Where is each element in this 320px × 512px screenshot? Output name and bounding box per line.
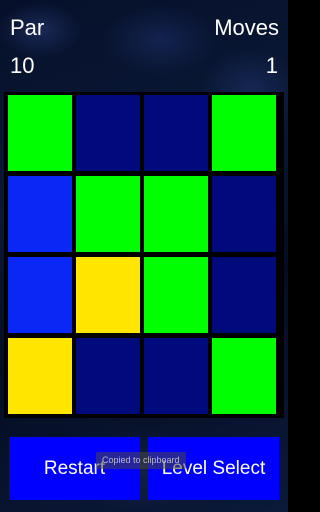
clipboard-toast: Copied to clipboard xyxy=(96,452,186,469)
tile-r2-c2[interactable] xyxy=(76,176,140,252)
tile-r3-c1[interactable] xyxy=(8,257,72,333)
tile-r2-c4[interactable] xyxy=(212,176,276,252)
tile-r3-c3[interactable] xyxy=(144,257,208,333)
tile-r2-c3[interactable] xyxy=(144,176,208,252)
tile-r2-c1[interactable] xyxy=(8,176,72,252)
tile-r4-c3[interactable] xyxy=(144,338,208,414)
par-value: 10 xyxy=(10,53,35,78)
tile-r1-c4[interactable] xyxy=(212,95,276,171)
moves-value: 1 xyxy=(265,53,278,78)
tile-r1-c2[interactable] xyxy=(76,95,140,171)
tile-r4-c1[interactable] xyxy=(8,338,72,414)
game-screen: Par 10 Moves 1 Restart Level Select Copi… xyxy=(0,0,288,512)
tile-r1-c3[interactable] xyxy=(144,95,208,171)
par-label: Par xyxy=(10,15,45,40)
tile-r1-c1[interactable] xyxy=(8,95,72,171)
game-board xyxy=(4,92,284,418)
moves-label: Moves xyxy=(214,15,279,40)
tile-r4-c2[interactable] xyxy=(76,338,140,414)
tile-r3-c2[interactable] xyxy=(76,257,140,333)
tile-r3-c4[interactable] xyxy=(212,257,276,333)
tile-r4-c4[interactable] xyxy=(212,338,276,414)
